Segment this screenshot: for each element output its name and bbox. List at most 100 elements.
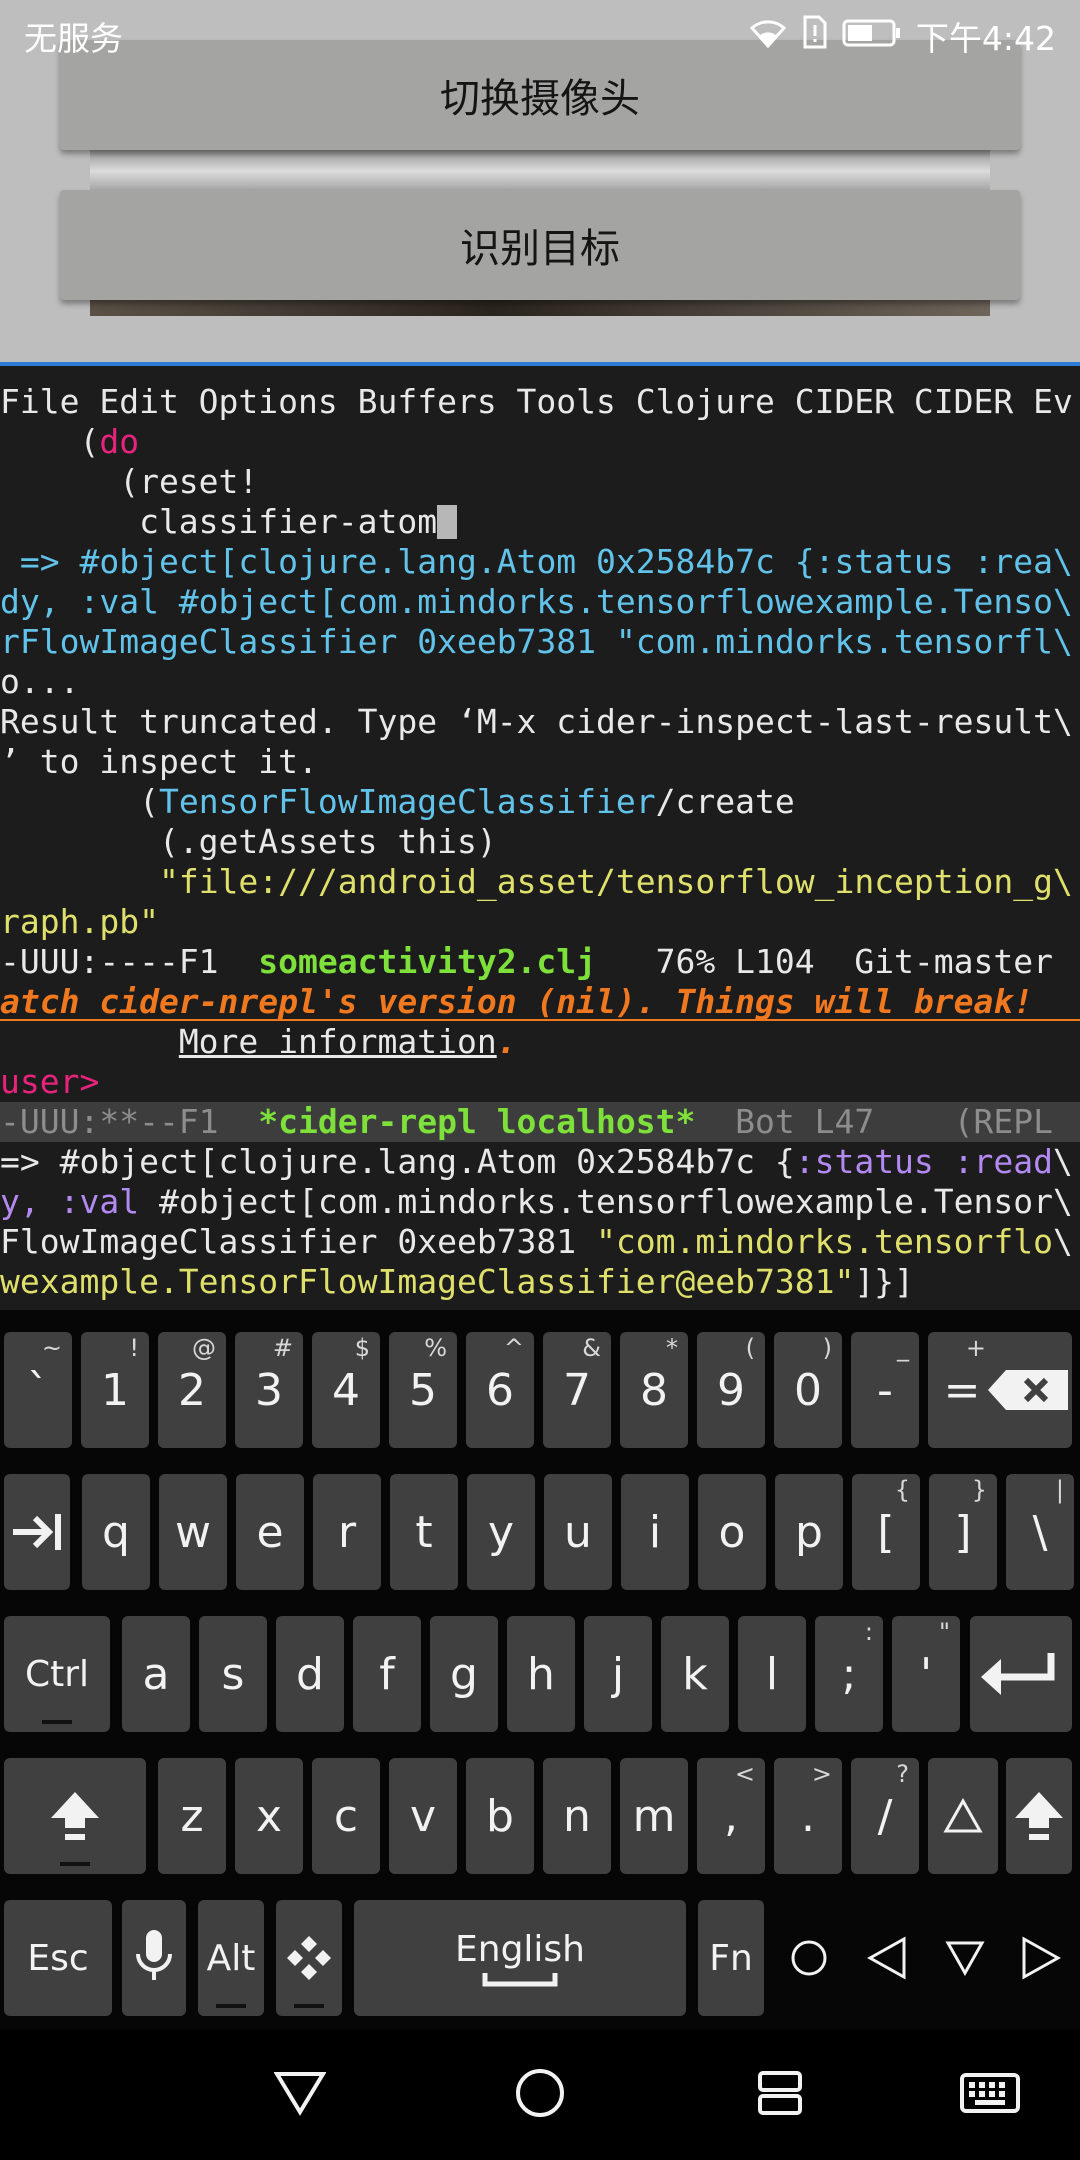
key-n[interactable]: n [543, 1758, 611, 1874]
shift-key-right[interactable] [1006, 1758, 1072, 1874]
esc-key[interactable]: Esc [4, 1900, 112, 2016]
key-g[interactable]: g [430, 1616, 498, 1732]
key-r[interactable]: r [313, 1474, 381, 1590]
enter-key[interactable] [970, 1616, 1072, 1732]
nav-keyboard-button[interactable] [955, 2065, 1025, 2125]
more-information-link[interactable]: More information [179, 1022, 497, 1061]
arrow-up-icon [943, 1798, 983, 1834]
key-6[interactable]: 6 ^ [466, 1332, 534, 1448]
key-i[interactable]: i [621, 1474, 689, 1590]
keyboard-icon [959, 2072, 1021, 2119]
key-j[interactable]: j [584, 1616, 652, 1732]
backspace-key[interactable] [984, 1332, 1072, 1448]
key-x[interactable]: x [235, 1758, 303, 1874]
key-label: 1 [101, 1364, 129, 1416]
ctrl-label: Ctrl [24, 1653, 90, 1695]
key-2[interactable]: 2 @ [158, 1332, 226, 1448]
alt-label: Alt [206, 1937, 256, 1979]
key-alt-label: @ [192, 1334, 216, 1362]
key-symbol[interactable]: [{ [852, 1474, 920, 1590]
code-line: (do [0, 422, 140, 461]
key-3[interactable]: 3 # [235, 1332, 303, 1448]
space-key[interactable]: English [354, 1900, 686, 2016]
key-symbol[interactable]: \ | [1006, 1474, 1074, 1590]
key-symbol[interactable]: /? [851, 1758, 919, 1874]
key-1[interactable]: 1! [81, 1332, 149, 1448]
key-symbol[interactable]: ]} [929, 1474, 997, 1590]
key-b[interactable]: b [466, 1758, 534, 1874]
key-symbol[interactable]: , < [697, 1758, 765, 1874]
nav-recents-button[interactable] [745, 2065, 815, 2125]
ctrl-key[interactable]: Ctrl [4, 1616, 110, 1732]
key-8[interactable]: 8 * [620, 1332, 688, 1448]
emacs-menu-bar[interactable]: File Edit Options Buffers Tools Clojure … [0, 382, 1080, 422]
key-k[interactable]: k [661, 1616, 729, 1732]
shift-icon [47, 1788, 103, 1844]
enter-icon [979, 1649, 1063, 1699]
key-label: ; [841, 1648, 857, 1700]
code-line: (TensorFlowImageClassifier/create [0, 782, 795, 821]
warning-divider [0, 1019, 1080, 1021]
circle-icon [789, 1938, 829, 1978]
recognize-target-button[interactable]: 识别目标 [60, 190, 1020, 300]
key-label: z [180, 1790, 204, 1842]
key-z[interactable]: z [158, 1758, 226, 1874]
key-label: d [296, 1648, 324, 1700]
nav-home-button[interactable] [505, 2065, 575, 2125]
key-c[interactable]: c [312, 1758, 380, 1874]
echo-area-line: y, :val #object[com.mindorks.tensorflowe… [0, 1182, 1073, 1221]
key-v[interactable]: v [389, 1758, 457, 1874]
key-label: 7 [563, 1364, 591, 1416]
key-w[interactable]: w [159, 1474, 227, 1590]
arrow-left-key[interactable] [854, 1900, 920, 2016]
switch-camera-label: 切换摄像头 [440, 76, 640, 122]
key-y[interactable]: y [467, 1474, 535, 1590]
key-f[interactable]: f [353, 1616, 421, 1732]
key-label: w [175, 1506, 211, 1558]
key-7[interactable]: 7 & [543, 1332, 611, 1448]
key-h[interactable]: h [507, 1616, 575, 1732]
key-alt-label: ~ [41, 1334, 62, 1362]
nav-back-button[interactable] [265, 2065, 335, 2125]
eval-result-line: dy, :val #object[com.mindorks.tensorflow… [0, 582, 1073, 621]
battery-icon [842, 17, 902, 56]
key-t[interactable]: t [390, 1474, 458, 1590]
key-symbol[interactable]: - _ [851, 1332, 919, 1448]
voice-input-key[interactable] [122, 1900, 186, 2016]
key-alt-label: : [864, 1618, 873, 1646]
key-symbol[interactable]: . > [774, 1758, 842, 1874]
alt-key[interactable]: Alt [198, 1900, 264, 2016]
key-d[interactable]: d [276, 1616, 344, 1732]
key-symbol[interactable]: ;: [815, 1616, 883, 1732]
key-4[interactable]: 4 $ [312, 1332, 380, 1448]
shift-key-left[interactable] [4, 1758, 146, 1874]
key-a[interactable]: a [122, 1616, 190, 1732]
modifier-indicator [42, 1720, 72, 1724]
key-0[interactable]: 0) [774, 1332, 842, 1448]
key-u[interactable]: u [544, 1474, 612, 1590]
key-symbol[interactable]: ` ~ [4, 1332, 72, 1448]
circle-key[interactable] [776, 1900, 842, 2016]
emacs-terminal[interactable]: File Edit Options Buffers Tools Clojure … [0, 366, 1080, 1310]
fn-key[interactable]: Fn [698, 1900, 764, 2016]
key-symbol[interactable]: ' " [892, 1616, 960, 1732]
key-5[interactable]: 5% [389, 1332, 457, 1448]
key-alt-label: ! [129, 1334, 139, 1362]
key-label: 3 [255, 1364, 283, 1416]
key-e[interactable]: e [236, 1474, 304, 1590]
mode-line-source: -UUU:----F1 someactivity2.clj 76% L104 G… [0, 942, 1080, 982]
result-truncated-line: ’ to inspect it. [0, 742, 318, 781]
repl-prompt[interactable]: user> [0, 1062, 1080, 1102]
arrow-right-key[interactable] [1008, 1900, 1074, 2016]
key-o[interactable]: o [698, 1474, 766, 1590]
key-l[interactable]: l [738, 1616, 806, 1732]
tab-key[interactable] [4, 1474, 70, 1590]
key-q[interactable]: q [82, 1474, 150, 1590]
arrow-up-key[interactable] [928, 1758, 998, 1874]
dpad-key[interactable] [276, 1900, 342, 2016]
key-p[interactable]: p [775, 1474, 843, 1590]
key-s[interactable]: s [199, 1616, 267, 1732]
key-9[interactable]: 9( [697, 1332, 765, 1448]
key-m[interactable]: m [620, 1758, 688, 1874]
arrow-down-key[interactable] [932, 1900, 998, 2016]
